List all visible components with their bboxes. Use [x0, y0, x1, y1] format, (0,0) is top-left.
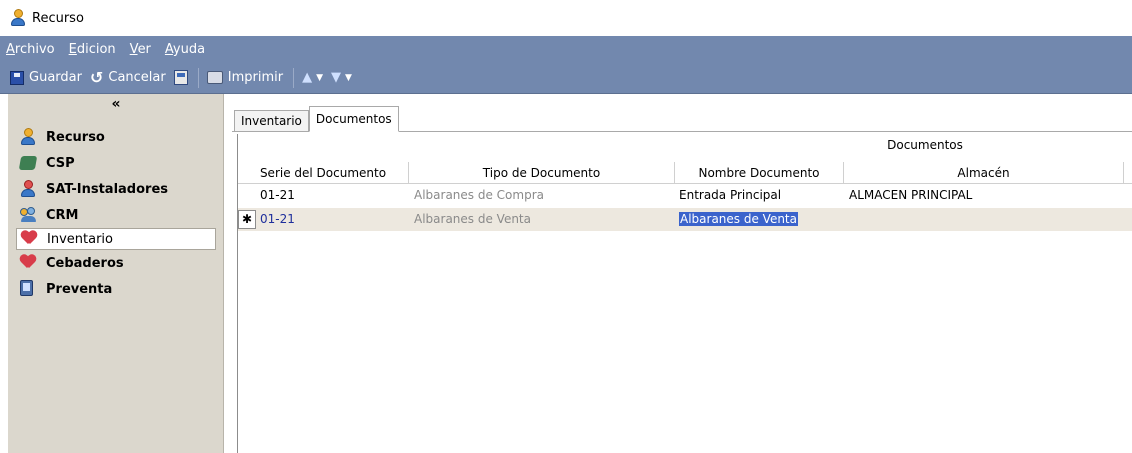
tab-strip: Inventario Documentos	[234, 106, 399, 132]
arrow-up-icon[interactable]: ▲	[302, 70, 312, 85]
undo-icon: ↺	[89, 67, 104, 87]
chevron-down-icon[interactable]: ▼	[316, 73, 323, 83]
tab-documentos[interactable]: Documentos	[308, 106, 399, 132]
menu-ver[interactable]: Ver	[130, 42, 151, 57]
save-label: Guardar	[29, 70, 82, 85]
sidebar-item-label: Recurso	[46, 129, 105, 145]
collapse-sidebar-button[interactable]: «	[8, 96, 224, 112]
grid-band-header: Documentos	[887, 138, 963, 152]
cell-almacen[interactable]: ALMACEN PRINCIPAL	[849, 184, 972, 207]
table-row[interactable]: 01-21 Albaranes de Compra Entrada Princi…	[238, 184, 1132, 207]
print-button[interactable]: Imprimir	[206, 70, 284, 85]
sidebar-item-crm[interactable]: CRM	[8, 202, 224, 228]
sidebar-item-label: Preventa	[46, 281, 113, 297]
sidebar-item-inventario[interactable]: Inventario	[16, 228, 216, 250]
menu-bar: Archivo Edicion Ver Ayuda	[0, 36, 1132, 62]
tab-inventario[interactable]: Inventario	[234, 110, 309, 132]
print-label: Imprimir	[227, 70, 284, 85]
column-header-tipo[interactable]: Tipo de Documento	[409, 162, 675, 184]
column-header-serie[interactable]: Serie del Documento	[238, 162, 409, 184]
cell-nombre-editing[interactable]: Albaranes de Venta	[679, 208, 798, 231]
save-button[interactable]: Guardar	[10, 70, 82, 85]
floppy-disk-icon	[10, 70, 24, 85]
sidebar-nav: Recurso CSP SAT-Instaladores CRM Inventa…	[8, 124, 224, 302]
cell-tipo[interactable]: Albaranes de Compra	[414, 184, 544, 207]
cancel-label: Cancelar	[108, 70, 166, 85]
sidebar-item-label: CSP	[46, 155, 75, 171]
toolbar: Guardar ↺ Cancelar Imprimir ▲ ▼ ▼ ▼	[0, 62, 1132, 94]
printer-icon	[206, 71, 223, 84]
sidebar-item-sat-instaladores[interactable]: SAT-Instaladores	[8, 176, 224, 202]
table-row-selected[interactable]: ✱ 01-21 Albaranes de Venta Albaranes de …	[238, 208, 1132, 231]
heart-box-icon	[21, 230, 37, 248]
sidebar: « Recurso CSP SAT-Instaladores CRM Inven…	[8, 94, 224, 453]
menu-ayuda[interactable]: Ayuda	[165, 42, 205, 57]
sidebar-item-cebaderos[interactable]: Cebaderos	[8, 250, 224, 276]
column-header-almacen[interactable]: Almacén	[844, 162, 1124, 184]
title-bar: Recurso	[0, 0, 1132, 36]
content-area: Inventario Documentos Documentos Serie d…	[232, 94, 1132, 453]
sidebar-item-preventa[interactable]: Preventa	[8, 276, 224, 302]
cell-tipo[interactable]: Albaranes de Venta	[414, 208, 531, 231]
sidebar-item-label: Inventario	[47, 231, 113, 247]
arrow-down-icon[interactable]: ▼	[331, 70, 341, 85]
cell-serie[interactable]: 01-21	[260, 208, 295, 231]
sidebar-item-recurso[interactable]: Recurso	[8, 124, 224, 150]
window-title: Recurso	[32, 10, 84, 26]
grid-header-row: Serie del Documento Tipo de Documento No…	[238, 162, 1132, 184]
cell-serie[interactable]: 01-21	[260, 184, 295, 207]
documents-grid: Documentos Serie del Documento Tipo de D…	[237, 134, 1132, 453]
calculator-icon	[173, 70, 188, 85]
column-header-nombre[interactable]: Nombre Documento	[675, 162, 844, 184]
toolbar-separator	[197, 67, 199, 88]
sidebar-item-label: Cebaderos	[46, 255, 124, 271]
cell-nombre-selected-text[interactable]: Albaranes de Venta	[679, 212, 798, 226]
chevron-down-icon[interactable]: ▼	[345, 73, 352, 83]
sidebar-item-label: CRM	[46, 207, 79, 223]
person-icon	[20, 128, 36, 146]
cell-nombre[interactable]: Entrada Principal	[679, 184, 781, 207]
handheld-device-icon	[20, 280, 36, 298]
heart-box-icon	[20, 254, 36, 272]
menu-archivo[interactable]: Archivo	[6, 42, 55, 57]
csp-icon	[18, 154, 38, 172]
technician-icon	[20, 180, 36, 198]
app-person-icon	[10, 9, 26, 27]
users-icon	[20, 206, 36, 224]
cancel-button[interactable]: ↺ Cancelar	[89, 67, 166, 87]
menu-edicion[interactable]: Edicion	[69, 42, 116, 57]
calculator-button[interactable]	[173, 70, 188, 85]
toolbar-separator	[293, 67, 295, 88]
sidebar-item-label: SAT-Instaladores	[46, 181, 169, 197]
sidebar-item-csp[interactable]: CSP	[8, 150, 224, 176]
new-row-indicator: ✱	[238, 210, 256, 229]
